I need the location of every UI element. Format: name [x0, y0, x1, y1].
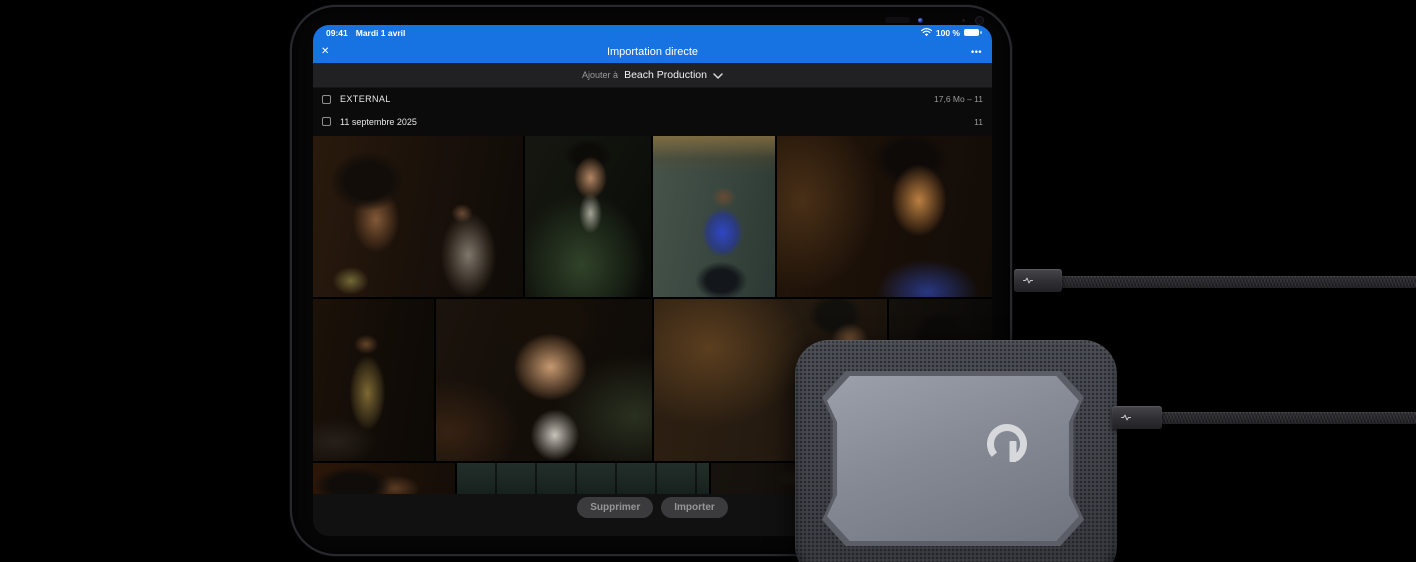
title-bar: ✕ Importation directe •••	[313, 40, 992, 63]
usb-cable-top	[1060, 276, 1416, 288]
import-button[interactable]: Importer	[661, 497, 728, 518]
photo-thumbnail[interactable]	[436, 299, 652, 461]
add-to-value: Beach Production	[624, 69, 707, 81]
add-to-label: Ajouter à	[582, 70, 619, 80]
camera-lens	[975, 16, 984, 25]
delete-button[interactable]: Supprimer	[577, 497, 654, 518]
photo-thumbnail[interactable]	[313, 463, 455, 494]
date-checkbox[interactable]	[322, 117, 331, 126]
page-title: Importation directe	[606, 45, 699, 58]
usb-connector-top	[1014, 269, 1062, 292]
photo-thumbnail[interactable]	[525, 136, 651, 297]
section-meta: 11	[974, 116, 983, 127]
status-bar: 09:41 Mardi 1 avril 100 %	[313, 25, 992, 40]
g-drive-logo-icon	[987, 424, 1027, 464]
camera-sensor-pill	[885, 17, 910, 23]
ssd-plate-bevel	[822, 371, 1084, 546]
photo-thumbnail[interactable]	[313, 136, 523, 297]
battery-percent: 100 %	[935, 27, 960, 38]
photo-grid-row	[313, 136, 992, 297]
section-row-external[interactable]: EXTERNAL 17,6 Mo – 11	[313, 87, 992, 110]
external-ssd-drive	[795, 340, 1117, 562]
ssd-plate	[827, 376, 1079, 541]
status-time: 09:41	[326, 27, 348, 38]
photo-thumbnail[interactable]	[653, 136, 775, 297]
photo-thumbnail[interactable]	[313, 299, 434, 461]
close-button[interactable]: ✕	[321, 46, 329, 57]
status-date: Mardi 1 avril	[355, 27, 406, 38]
more-options-button[interactable]: •••	[971, 47, 982, 56]
photo-thumbnail[interactable]	[457, 463, 709, 494]
section-row-date[interactable]: 11 septembre 2025 11	[313, 110, 992, 133]
usb-connector-bottom	[1112, 406, 1162, 429]
battery-icon	[964, 29, 982, 36]
connector-logo-icon	[1121, 414, 1131, 421]
chevron-down-icon	[713, 72, 723, 79]
camera-sensor-dot	[962, 19, 965, 22]
section-label: 11 septembre 2025	[340, 116, 417, 127]
wifi-icon	[920, 28, 932, 37]
connector-logo-icon	[1023, 277, 1033, 284]
usb-cable-bottom	[1160, 412, 1416, 424]
front-camera-icon	[918, 18, 923, 23]
section-meta: 17,6 Mo – 11	[934, 94, 983, 104]
section-label: EXTERNAL	[340, 94, 391, 104]
import-source-list: EXTERNAL 17,6 Mo – 11 11 septembre 2025 …	[313, 87, 992, 136]
photo-thumbnail[interactable]	[777, 136, 992, 297]
external-checkbox[interactable]	[322, 94, 331, 104]
add-to-dropdown[interactable]: Ajouter à Beach Production	[313, 63, 992, 87]
scene: 09:41 Mardi 1 avril 100 % ✕ Importation …	[0, 0, 1416, 562]
